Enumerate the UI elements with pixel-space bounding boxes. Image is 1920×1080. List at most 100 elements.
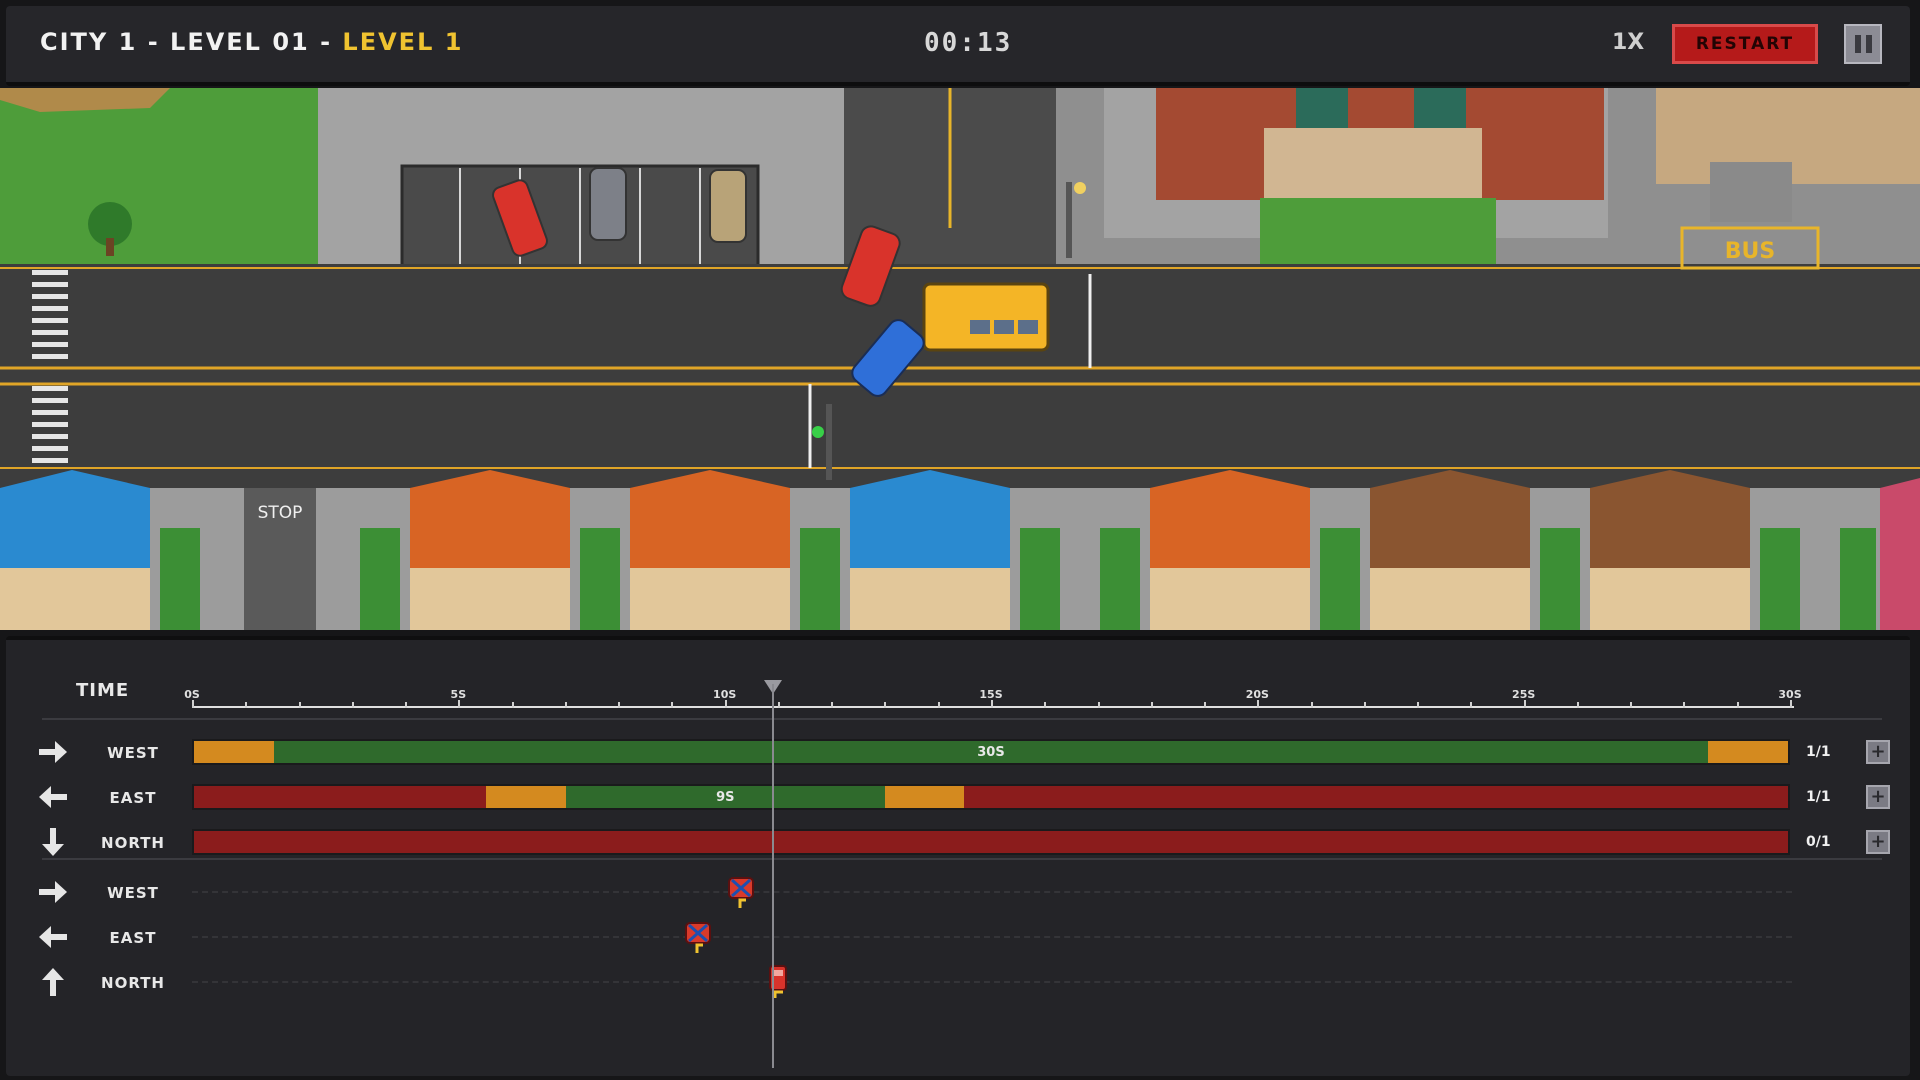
signal-phase-red[interactable] (964, 786, 1788, 808)
axis-tick (1257, 700, 1260, 708)
axis-tick-label: 15S (979, 688, 1003, 701)
parked-car (589, 167, 627, 241)
axis-tick (564, 702, 567, 708)
traffic-direction-label: NORTH (101, 974, 165, 992)
crash-icon[interactable] (683, 919, 713, 955)
signal-track[interactable] (192, 829, 1790, 855)
axis-tick (1150, 702, 1153, 708)
pause-button[interactable] (1844, 24, 1882, 64)
add-phase-button[interactable]: + (1866, 830, 1890, 854)
level-title: CITY 1 - LEVEL 01 - LEVEL 1 (40, 28, 463, 56)
axis-tick (1790, 700, 1792, 708)
speed-toggle[interactable]: 1X (1612, 30, 1644, 55)
axis-tick (298, 702, 301, 708)
signal-phase-yellow[interactable] (194, 741, 274, 763)
axis-tick (991, 700, 993, 708)
axis-tick (831, 702, 834, 708)
traffic-row-west: WEST (6, 874, 1910, 910)
restart-button[interactable]: RESTART (1672, 24, 1818, 64)
time-label: TIME (76, 680, 130, 701)
signal-direction-label: NORTH (101, 834, 165, 852)
axis-tick-label: 5S (450, 688, 467, 701)
pause-icon (1854, 35, 1861, 53)
axis-tick-label: 20S (1245, 688, 1269, 701)
signal-row-west: WEST 30S 1/1 + (6, 734, 1910, 770)
traffic-row-east: EAST (6, 919, 1910, 955)
crash-icon[interactable] (726, 874, 756, 910)
signal-track[interactable]: 9S (192, 784, 1790, 810)
axis-tick (1683, 702, 1686, 708)
signal-phase-red[interactable] (194, 831, 1788, 853)
stop-marking: STOP (258, 503, 303, 523)
axis-tick-label: 10S (713, 688, 737, 701)
signal-track[interactable]: 30S (192, 739, 1790, 765)
level-title-level: LEVEL 1 (342, 28, 464, 56)
traffic-direction-label: WEST (107, 884, 159, 902)
game-map[interactable]: BUS STOP (0, 88, 1920, 630)
traffic-lane-line (192, 891, 1792, 893)
add-phase-button[interactable]: + (1866, 740, 1890, 764)
axis-baseline (194, 706, 1794, 708)
playhead[interactable] (771, 684, 774, 1068)
bus-stop-label: BUS (1725, 239, 1775, 264)
traffic-lane-line (192, 981, 1792, 983)
car-icon[interactable] (763, 964, 793, 1000)
axis-tick (884, 702, 887, 708)
traffic-row-north: NORTH (6, 964, 1910, 1000)
signal-row-east: EAST 9S 1/1 + (6, 779, 1910, 815)
level-title-prefix: CITY 1 - LEVEL 01 - (40, 28, 343, 56)
axis-tick-label: 0S (184, 688, 200, 701)
traffic-light-icon (1066, 182, 1072, 258)
school-bus-icon (922, 282, 1050, 352)
traffic-lane-line (192, 936, 1792, 938)
signal-direction-label: EAST (109, 789, 157, 807)
axis-tick (351, 702, 354, 708)
phase-count: 1/1 (1806, 789, 1831, 805)
axis-tick (192, 700, 194, 708)
axis-tick (1044, 702, 1047, 708)
axis-tick (1310, 702, 1313, 708)
timeline-panel: TIME 0S 5S 10S 15S 20S 25S 30S WEST 30S 1/1 + EAST… (6, 636, 1910, 1076)
axis-tick (1204, 702, 1207, 708)
axis-tick (671, 702, 674, 708)
axis-tick (1523, 700, 1526, 708)
signal-row-north: NORTH 0/1 + (6, 824, 1910, 860)
phase-count: 1/1 (1806, 744, 1831, 760)
signal-phase-yellow[interactable] (884, 786, 965, 808)
arrow-left-icon (36, 783, 70, 811)
phase-duration-label: 9S (716, 790, 735, 805)
park-area (0, 88, 318, 264)
axis-tick (724, 700, 727, 708)
axis-tick (405, 702, 408, 708)
axis-tick (1736, 702, 1739, 708)
traffic-light-icon (826, 404, 832, 480)
bench-icon (1710, 162, 1792, 222)
signal-phase-red[interactable] (194, 786, 487, 808)
axis-tick (937, 702, 940, 708)
game-timer: 00:13 (924, 28, 1013, 58)
pause-icon-bar (1865, 35, 1872, 53)
add-phase-button[interactable]: + (1866, 785, 1890, 809)
axis-tick (458, 700, 461, 708)
game-screen: CITY 1 - LEVEL 01 - LEVEL 1 00:13 1X RES… (0, 0, 1920, 1080)
axis-tick (511, 702, 514, 708)
axis-tick (1470, 702, 1473, 708)
axis-tick (1630, 702, 1633, 708)
axis-tick (1417, 702, 1420, 708)
axis-tick (1576, 702, 1579, 708)
divider (42, 858, 1882, 860)
arrow-left-icon (36, 923, 70, 951)
axis-tick (245, 702, 248, 708)
axis-tick-label: 30S (1778, 688, 1802, 701)
axis-tick (618, 702, 621, 708)
axis-tick (777, 702, 780, 708)
arrow-down-icon (36, 828, 70, 856)
axis-tick (1097, 702, 1100, 708)
axis-tick (1363, 702, 1366, 708)
signal-phase-yellow[interactable] (1708, 741, 1788, 763)
phase-count: 0/1 (1806, 834, 1831, 850)
axis-tick-label: 25S (1512, 688, 1536, 701)
arrow-right-icon (36, 738, 70, 766)
signal-phase-yellow[interactable] (486, 786, 566, 808)
signal-direction-label: WEST (107, 744, 159, 762)
